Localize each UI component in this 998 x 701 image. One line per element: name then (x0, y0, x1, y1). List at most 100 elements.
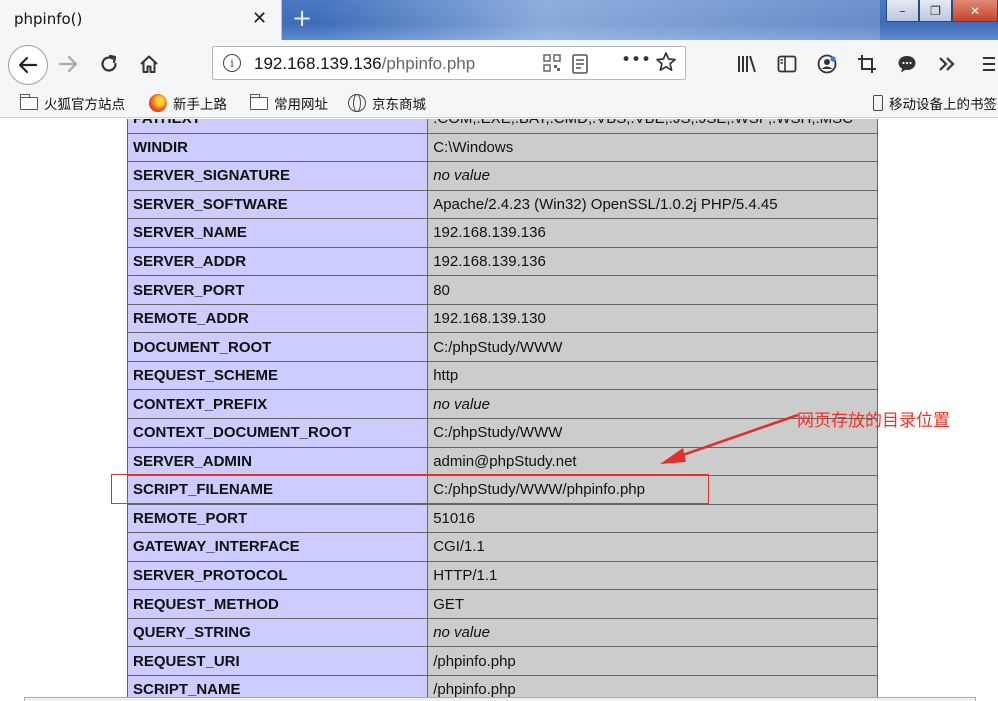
bookmark-firefox-official[interactable]: 火狐官方站点 (19, 93, 125, 113)
account-button[interactable] (811, 48, 843, 80)
variable-name: DOCUMENT_ROOT (126, 332, 429, 362)
table-row: REQUEST_URI/phpinfo.php (126, 646, 878, 676)
globe-icon (348, 94, 366, 112)
back-button[interactable] (8, 45, 48, 85)
home-icon (140, 55, 158, 73)
variable-name: WINDIR (126, 132, 429, 163)
url-text[interactable]: 192.168.139.136/phpinfo.php (254, 54, 475, 74)
phone-icon (873, 95, 883, 111)
reload-icon (101, 54, 117, 72)
hamburger-menu-button[interactable] (978, 48, 998, 80)
tab-strip: phpinfo() ✕ + – ❐ ✕ (0, 0, 998, 40)
site-info-icon[interactable]: i (223, 54, 241, 72)
overflow-menu-button[interactable] (931, 48, 963, 80)
reload-button[interactable] (93, 48, 125, 80)
table-row: WINDIR C:\Windows (126, 132, 878, 163)
account-icon (817, 54, 837, 74)
url-path: /phpinfo.php (381, 54, 476, 73)
variable-value: C:\Windows (427, 132, 878, 163)
bookmark-getting-started[interactable]: 新手上路 (149, 93, 227, 113)
variable-name: CONTEXT_DOCUMENT_ROOT (126, 418, 429, 448)
variable-value: http (427, 360, 878, 391)
maximize-button[interactable]: ❐ (919, 0, 952, 22)
bookmark-label: 京东商城 (372, 97, 426, 113)
chevron-double-right-icon (939, 57, 955, 71)
variable-name: REQUEST_URI (126, 646, 429, 676)
mobile-bookmarks[interactable]: 移动设备上的书签 (873, 93, 997, 113)
tab-phpinfo[interactable]: phpinfo() ✕ (0, 0, 282, 40)
bookmarks-toolbar: 火狐官方站点 新手上路 常用网址 京东商城 移动设备上的书签 (0, 88, 998, 118)
table-row: DOCUMENT_ROOT C:/phpStudy/WWW (126, 332, 878, 362)
annotation-label: 网页存放的目录位置 (797, 411, 950, 431)
table-row: GATEWAY_INTERFACE CGI/1.1 (126, 532, 878, 562)
variable-name: REQUEST_SCHEME (126, 360, 429, 391)
bookmark-common-sites[interactable]: 常用网址 (249, 93, 328, 113)
folder-icon (19, 93, 38, 110)
sidebar-icon (777, 55, 797, 73)
table-row: SERVER_ADDR 192.168.139.136 (126, 246, 878, 277)
table-row: QUERY_STRING no value (126, 617, 878, 648)
bookmark-star-icon[interactable] (655, 51, 677, 77)
table-row: SERVER_PROTOCOL HTTP/1.1 (126, 560, 878, 591)
table-row: CONTEXT_PREFIX no value (126, 389, 878, 420)
variable-name: SERVER_SIGNATURE (126, 161, 429, 191)
page-actions-menu[interactable]: ••• (621, 50, 651, 70)
mobile-bookmarks-label: 移动设备上的书签 (889, 97, 997, 113)
close-window-button[interactable]: ✕ (952, 0, 998, 22)
variable-name: CONTEXT_PREFIX (126, 389, 429, 420)
table-row: SCRIPT_NAME/phpinfo.php (126, 674, 878, 697)
minimize-button[interactable]: – (886, 0, 919, 22)
variable-name: SERVER_PROTOCOL (126, 560, 429, 591)
variable-value: .COM;.EXE;.BAT;.CMD;.VBS;.VBE;.JS;.JSE;.… (427, 119, 878, 134)
table-row: SERVER_PORT 80 (126, 275, 878, 305)
variable-name: SERVER_PORT (126, 275, 429, 305)
bookmark-jd-mall[interactable]: 京东商城 (348, 93, 426, 113)
table-row: SERVER_NAME 192.168.139.136 (126, 218, 878, 248)
home-button[interactable] (133, 48, 165, 80)
library-icon (738, 55, 756, 73)
window-controls: – ❐ ✕ (886, 0, 998, 22)
variable-name: REQUEST_METHOD (126, 589, 429, 619)
table-row: REQUEST_SCHEME http (126, 360, 878, 391)
hamburger-menu-icon (983, 57, 995, 71)
variable-value: GET (427, 589, 878, 619)
qr-code-icon[interactable] (543, 54, 561, 76)
variable-value: 51016 (427, 503, 878, 534)
table-row: SERVER_ADMIN admin@phpStudy.net (126, 446, 878, 477)
variable-name: SERVER_ADMIN (126, 446, 429, 477)
library-button[interactable] (731, 48, 763, 80)
navigation-toolbar: i 192.168.139.136/phpinfo.php ••• (0, 40, 998, 88)
variable-value: 192.168.139.136 (427, 218, 878, 248)
folder-icon (249, 93, 268, 110)
variable-name: SCRIPT_NAME (126, 674, 429, 697)
table-row: REMOTE_PORT 51016 (126, 503, 878, 534)
table-row: SERVER_SIGNATURE no value (126, 161, 878, 191)
highlight-box-script-filename (111, 474, 709, 504)
sidebar-button[interactable] (771, 48, 803, 80)
variable-value: 192.168.139.130 (427, 303, 878, 334)
variable-name: SERVER_SOFTWARE (126, 189, 429, 220)
variable-value: admin@phpStudy.net (427, 446, 878, 477)
bookmark-label: 火狐官方站点 (44, 97, 125, 113)
variable-name: GATEWAY_INTERFACE (126, 532, 429, 562)
variable-value: C:/phpStudy/WWW (427, 332, 878, 362)
variable-value: no value (427, 161, 878, 191)
address-bar[interactable]: i 192.168.139.136/phpinfo.php ••• (212, 46, 686, 80)
variable-name: PATHEXT (126, 119, 429, 134)
variable-value: Apache/2.4.23 (Win32) OpenSSL/1.0.2j PHP… (427, 189, 878, 220)
forward-button[interactable] (52, 48, 84, 80)
screenshot-button[interactable] (851, 48, 883, 80)
chat-button[interactable] (891, 48, 923, 80)
table-row: REQUEST_METHOD GET (126, 589, 878, 619)
new-tab-button[interactable]: + (292, 4, 312, 32)
chat-bubble-icon (898, 56, 916, 73)
reader-view-icon[interactable] (571, 54, 589, 78)
variable-name: REMOTE_PORT (126, 503, 429, 534)
variable-value: no value (427, 617, 878, 648)
back-arrow-icon (18, 56, 38, 74)
horizontal-scrollbar[interactable] (24, 697, 976, 701)
tab-close-icon[interactable]: ✕ (252, 8, 267, 29)
bookmark-label: 常用网址 (274, 97, 328, 113)
variable-name: SERVER_ADDR (126, 246, 429, 277)
variable-value: /phpinfo.php (427, 674, 878, 697)
